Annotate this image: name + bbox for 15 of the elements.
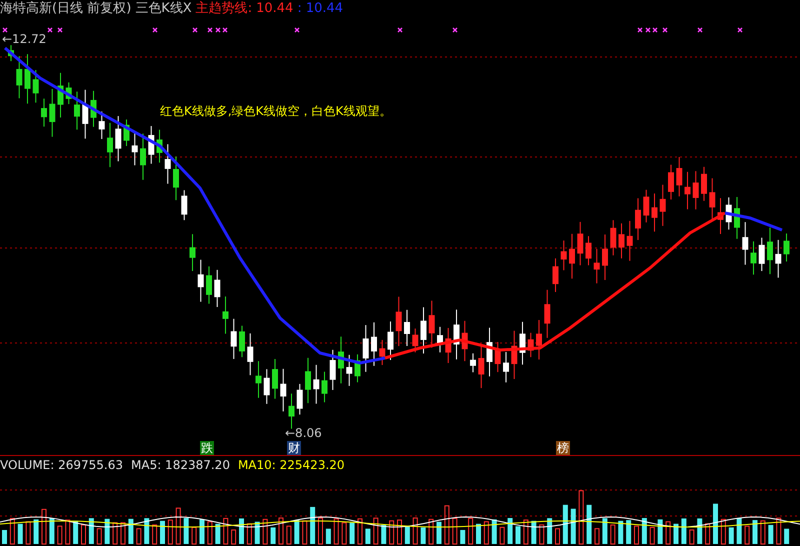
trend-value: : 10.44 bbox=[297, 0, 344, 18]
strategy-note: 红色K线做多,绿色K线做空，白色K线观望。 bbox=[160, 103, 392, 120]
trend-line-label: 主趋势线: bbox=[196, 0, 252, 18]
ma5-value: MA5: 182387.20 bbox=[131, 457, 230, 474]
moving-average-line bbox=[724, 212, 783, 232]
volume-value: VOLUME: 269755.63 bbox=[0, 457, 123, 474]
ma10-value: MA10: 225423.20 bbox=[238, 457, 345, 474]
signal-badge: 跌 bbox=[200, 441, 214, 455]
indicator-name: 三色K线X bbox=[135, 0, 192, 18]
signal-badge: 财 bbox=[287, 441, 301, 455]
price-label: ←8.06 bbox=[285, 425, 322, 442]
price-label: ←12.72 bbox=[2, 31, 46, 48]
signal-badge: 榜 bbox=[556, 441, 570, 455]
chart-title: 海特高新(日线 前复权) bbox=[0, 0, 132, 18]
trend-value: 10.44 bbox=[256, 0, 294, 18]
